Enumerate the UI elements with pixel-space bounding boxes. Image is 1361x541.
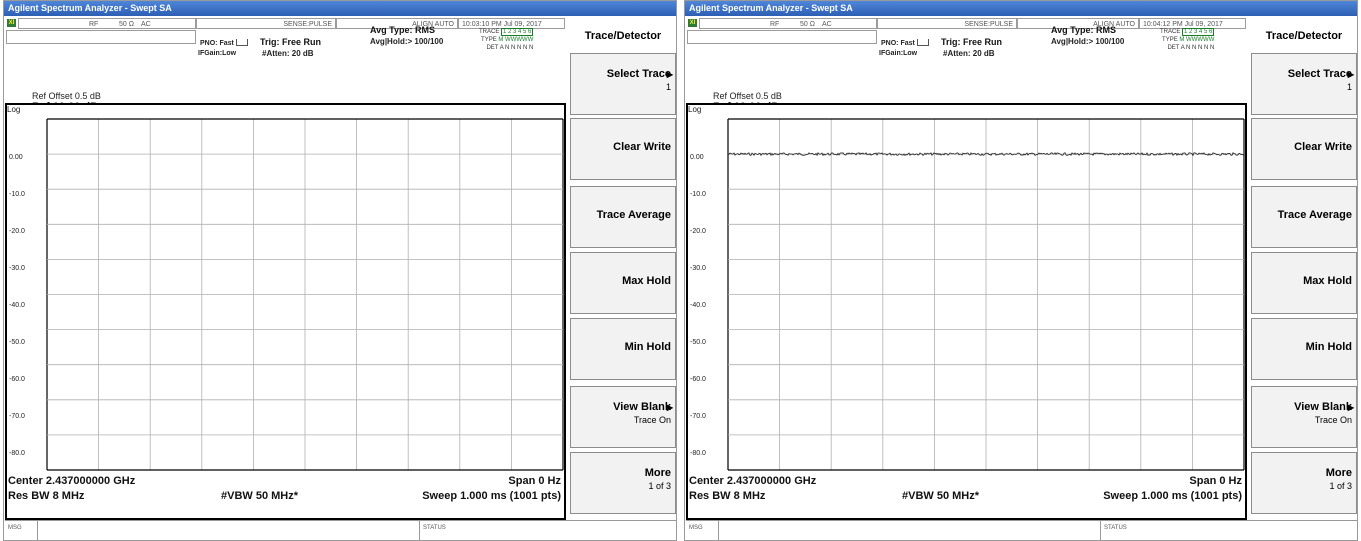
softkey-2[interactable]: Trace Average (1251, 186, 1357, 248)
analyzer-window-0: Agilent Spectrum Analyzer - Swept SA XI … (3, 0, 677, 541)
analyzer-window-1: Agilent Spectrum Analyzer - Swept SA XI … (684, 0, 1358, 541)
trig-setting: Trig: Free Run (260, 37, 322, 47)
softkey-label: Clear Write (613, 141, 671, 153)
pno-setting: PNO: Fast (200, 40, 234, 47)
softkey-sub: 1 (665, 82, 671, 92)
status-sense: SENSE:PULSE (196, 18, 336, 29)
status-label: STATUS (423, 525, 446, 531)
softkey-sub: 1 of 3 (1329, 481, 1352, 491)
graticule-screen[interactable]: Log 0.00 -10.0 -20.0 -30.0 -40.0 -50.0 -60.0 -7… (686, 103, 1247, 520)
softkey-label: Max Hold (622, 275, 671, 287)
menu-title: Trace/Detector (584, 30, 662, 42)
span: Span 0 Hz (1189, 475, 1242, 487)
softkey-label: Select Trace (1287, 68, 1352, 80)
softkey-label: View Blank (1294, 401, 1352, 413)
softkey-label: View Blank (613, 401, 671, 413)
softkey-5[interactable]: View Blank Trace On ▶ (1251, 386, 1357, 448)
graticule (727, 118, 1245, 471)
ref-offset: Ref Offset 0.5 dB (713, 91, 782, 101)
trace-table: TRACE 1 2 3 4 5 6 TYPE M WWWWW DET A N N… (1160, 28, 1215, 51)
status-rf: RF 50 Ω AC (699, 18, 877, 29)
softkey-menu: Trace/Detector Select Trace 1 ▶ Clear Wr… (1251, 16, 1357, 520)
softkey-4[interactable]: Min Hold (570, 318, 676, 380)
submenu-arrow-icon: ▶ (1347, 70, 1354, 79)
submenu-arrow-icon: ▶ (1347, 403, 1354, 412)
softkey-label: Select Trace (606, 68, 671, 80)
softkey-label: Min Hold (624, 341, 671, 353)
softkey-sub: Trace On (1314, 415, 1352, 425)
ifgain-setting: IFGain:Low (198, 50, 237, 57)
avg-type: Avg Type: RMS (1051, 25, 1117, 35)
avg-type: Avg Type: RMS (370, 25, 436, 35)
xi-logo-icon: XI (7, 19, 16, 27)
softkey-1[interactable]: Clear Write (1251, 118, 1357, 180)
softkey-2[interactable]: Trace Average (570, 186, 676, 248)
softkey-label: Trace Average (1277, 209, 1352, 221)
trace-table: TRACE 1 2 3 4 5 6 TYPE M WWWWW DET A N N… (479, 28, 534, 51)
softkey-sub: 1 (1346, 82, 1352, 92)
res-bw: Res BW 8 MHz (8, 490, 85, 502)
softkey-1[interactable]: Clear Write (570, 118, 676, 180)
status-subbox (687, 30, 877, 44)
graticule (46, 118, 564, 471)
status-footer: MSG STATUS (686, 520, 1357, 540)
softkey-menu: Trace/Detector Select Trace 1 ▶ Clear Wr… (570, 16, 676, 520)
softkey-3[interactable]: Max Hold (570, 252, 676, 314)
ref-offset: Ref Offset 0.5 dB (32, 91, 101, 101)
status-footer: MSG STATUS (5, 520, 676, 540)
graticule-screen[interactable]: Log 0.00 -10.0 -20.0 -30.0 -40.0 -50.0 -60.0 -7… (5, 103, 566, 520)
softkey-3[interactable]: Max Hold (1251, 252, 1357, 314)
ifgain-setting: IFGain:Low (879, 50, 918, 57)
vbw: #VBW 50 MHz* (902, 490, 980, 502)
window-title: Agilent Spectrum Analyzer - Swept SA (685, 1, 1357, 16)
sweep: Sweep 1.000 ms (1001 pts) (1103, 490, 1242, 502)
submenu-arrow-icon: ▶ (666, 403, 673, 412)
settings-header: XI RF 50 Ω AC SENSE:PULSE ALIGN AUTO 10:… (685, 16, 1248, 113)
msg-label: MSG (8, 525, 22, 531)
softkey-label: More (1325, 467, 1352, 479)
atten-setting: #Atten: 20 dB (943, 49, 995, 58)
window-title: Agilent Spectrum Analyzer - Swept SA (4, 1, 676, 16)
softkey-sub: 1 of 3 (648, 481, 671, 491)
trig-setting: Trig: Free Run (941, 37, 1003, 47)
toggle-icon (236, 39, 248, 46)
menu-title: Trace/Detector (1265, 30, 1343, 42)
center-freq: Center 2.437000000 GHz (8, 475, 136, 487)
softkey-label: Max Hold (1303, 275, 1352, 287)
softkey-sub: Trace On (633, 415, 671, 425)
softkey-6[interactable]: More 1 of 3 (1251, 452, 1357, 514)
softkey-label: More (644, 467, 671, 479)
softkey-6[interactable]: More 1 of 3 (570, 452, 676, 514)
status-sense: SENSE:PULSE (877, 18, 1017, 29)
toggle-icon (917, 39, 929, 46)
softkey-label: Trace Average (596, 209, 671, 221)
softkey-5[interactable]: View Blank Trace On ▶ (570, 386, 676, 448)
pno-setting: PNO: Fast (881, 40, 915, 47)
softkey-label: Min Hold (1305, 341, 1352, 353)
softkey-label: Clear Write (1294, 141, 1352, 153)
span: Span 0 Hz (508, 475, 561, 487)
settings-header: XI RF 50 Ω AC SENSE:PULSE ALIGN AUTO 10:… (4, 16, 567, 113)
xi-logo-icon: XI (688, 19, 697, 27)
atten-setting: #Atten: 20 dB (262, 49, 314, 58)
sweep: Sweep 1.000 ms (1001 pts) (422, 490, 561, 502)
msg-label: MSG (689, 525, 703, 531)
vbw: #VBW 50 MHz* (221, 490, 299, 502)
avg-hold: Avg|Hold:> 100/100 (1051, 37, 1125, 46)
softkey-0[interactable]: Select Trace 1 ▶ (1251, 53, 1357, 115)
softkey-0[interactable]: Select Trace 1 ▶ (570, 53, 676, 115)
center-freq: Center 2.437000000 GHz (689, 475, 817, 487)
submenu-arrow-icon: ▶ (666, 70, 673, 79)
status-subbox (6, 30, 196, 44)
avg-hold: Avg|Hold:> 100/100 (370, 37, 444, 46)
softkey-4[interactable]: Min Hold (1251, 318, 1357, 380)
res-bw: Res BW 8 MHz (689, 490, 766, 502)
status-rf: RF 50 Ω AC (18, 18, 196, 29)
status-label: STATUS (1104, 525, 1127, 531)
